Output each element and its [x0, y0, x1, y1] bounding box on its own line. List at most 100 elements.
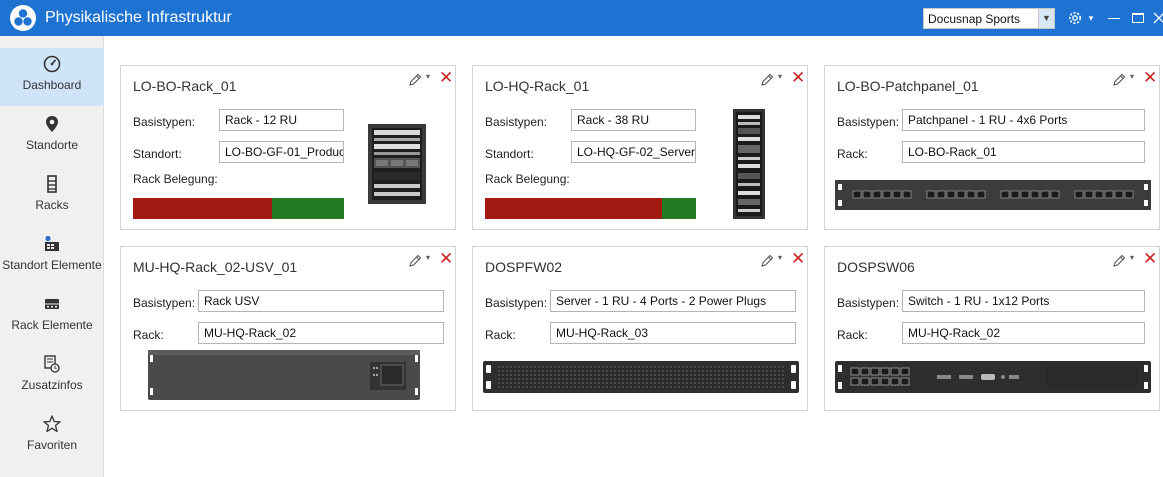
additional-info-icon [42, 354, 62, 374]
basistypen-field[interactable]: Rack - 38 RU [571, 109, 696, 131]
basistypen-label: Basistypen: [837, 296, 900, 310]
basistypen-field[interactable]: Switch - 1 RU - 1x12 Ports [902, 290, 1145, 312]
card-dospfw02[interactable]: DOSPFW02 ▾ ✕ Basistypen: Server - 1 RU -… [472, 246, 808, 411]
occupied-segment [133, 198, 272, 219]
basistypen-field[interactable]: Rack USV [198, 290, 444, 312]
sidebar-item-label: Standorte [25, 138, 79, 152]
basistypen-field[interactable]: Patchpanel - 1 RU - 4x6 Ports [902, 109, 1145, 131]
card-menu-caret-icon[interactable]: ▾ [426, 72, 430, 81]
sidebar-item-label: Zusatzinfos [21, 378, 83, 392]
rack-belegung-label: Rack Belegung: [133, 172, 218, 186]
rack-image [733, 109, 765, 219]
settings-menu-caret-icon[interactable]: ▾ [1086, 8, 1096, 28]
rack-icon [42, 174, 62, 194]
card-title: DOSPSW06 [837, 259, 915, 275]
ups-image [148, 350, 420, 400]
sidebar-item-label: Racks [35, 198, 69, 212]
close-icon[interactable]: ✕ [439, 249, 453, 269]
sidebar-item-zusatzinfos[interactable]: Zusatzinfos [0, 348, 104, 406]
rack-occupancy-bar [485, 198, 696, 219]
free-segment [662, 198, 696, 219]
close-window-icon[interactable] [1152, 8, 1163, 28]
sidebar-item-dashboard[interactable]: Dashboard [0, 48, 104, 106]
gauge-icon [42, 54, 62, 74]
pencil-icon[interactable] [1111, 253, 1127, 269]
patchpanel-image [835, 180, 1151, 210]
star-icon [42, 414, 62, 434]
app-logo-icon [10, 5, 36, 31]
card-menu-caret-icon[interactable]: ▾ [1130, 253, 1134, 262]
card-menu-caret-icon[interactable]: ▾ [1130, 72, 1134, 81]
rack-occupancy-bar [133, 198, 344, 219]
standort-label: Standort: [133, 147, 182, 161]
pencil-icon[interactable] [1111, 72, 1127, 88]
sidebar-item-label: Standort Elemente [2, 258, 102, 272]
close-icon[interactable]: ✕ [791, 68, 805, 88]
rack-label: Rack: [485, 328, 516, 342]
card-menu-caret-icon[interactable]: ▾ [426, 253, 430, 262]
basistypen-label: Basistypen: [485, 296, 548, 310]
card-menu-caret-icon[interactable]: ▾ [778, 72, 782, 81]
site-elements-icon [42, 234, 62, 254]
settings-gear-icon[interactable] [1064, 8, 1086, 28]
minimize-icon[interactable] [1104, 8, 1124, 28]
rack-label: Rack: [837, 328, 868, 342]
standort-field[interactable]: LO-HQ-GF-02_ServerRä [571, 141, 696, 163]
rack-field[interactable]: LO-BO-Rack_01 [902, 141, 1145, 163]
standort-label: Standort: [485, 147, 534, 161]
card-lo-bo-patchpanel-01[interactable]: LO-BO-Patchpanel_01 ▾ ✕ Basistypen: Patc… [824, 65, 1160, 230]
sidebar-item-label: Dashboard [22, 78, 82, 92]
rack-element-icon [42, 294, 62, 314]
sidebar-item-label: Favoriten [26, 438, 78, 452]
basistypen-label: Basistypen: [133, 115, 196, 129]
card-dospsw06[interactable]: DOSPSW06 ▾ ✕ Basistypen: Switch - 1 RU -… [824, 246, 1160, 411]
pencil-icon[interactable] [759, 253, 775, 269]
card-lo-bo-rack-01[interactable]: LO-BO-Rack_01 ▾ ✕ Basistypen: Rack - 12 … [120, 65, 456, 230]
rack-field[interactable]: MU-HQ-Rack_02 [902, 322, 1145, 344]
sidebar-item-racks[interactable]: Racks [0, 168, 104, 226]
rack-field[interactable]: MU-HQ-Rack_03 [550, 322, 796, 344]
rack-label: Rack: [133, 328, 164, 342]
chevron-down-icon[interactable]: ▼ [1038, 9, 1054, 28]
sidebar: Dashboard Standorte Racks Standort Eleme… [0, 36, 104, 477]
workspace-dropdown[interactable]: Docusnap Sports ▼ [923, 8, 1055, 29]
pencil-icon[interactable] [407, 253, 423, 269]
sidebar-item-favoriten[interactable]: Favoriten [0, 408, 104, 466]
rack-field[interactable]: MU-HQ-Rack_02 [198, 322, 444, 344]
basistypen-field[interactable]: Rack - 12 RU [219, 109, 344, 131]
pencil-icon[interactable] [407, 72, 423, 88]
maximize-icon[interactable] [1128, 8, 1148, 28]
sidebar-item-rack-elemente[interactable]: Rack Elemente [0, 288, 104, 346]
location-pin-icon [42, 114, 62, 134]
close-icon[interactable]: ✕ [1143, 68, 1157, 88]
basistypen-field[interactable]: Server - 1 RU - 4 Ports - 2 Power Plugs [550, 290, 796, 312]
basistypen-label: Basistypen: [133, 296, 196, 310]
sidebar-item-standorte[interactable]: Standorte [0, 108, 104, 166]
basistypen-label: Basistypen: [485, 115, 548, 129]
basistypen-label: Basistypen: [837, 115, 900, 129]
occupied-segment [485, 198, 662, 219]
switch-image [835, 361, 1151, 393]
close-icon[interactable]: ✕ [791, 249, 805, 269]
close-icon[interactable]: ✕ [439, 68, 453, 88]
card-title: DOSPFW02 [485, 259, 563, 275]
card-title: LO-HQ-Rack_01 [485, 78, 590, 94]
card-title: MU-HQ-Rack_02-USV_01 [133, 259, 298, 275]
window-title: Physikalische Infrastruktur [45, 9, 232, 26]
card-mu-hq-rack-02-usv-01[interactable]: MU-HQ-Rack_02-USV_01 ▾ ✕ Basistypen: Rac… [120, 246, 456, 411]
title-bar: Physikalische Infrastruktur Docusnap Spo… [0, 0, 1163, 36]
rack-belegung-label: Rack Belegung: [485, 172, 570, 186]
firewall-server-image [483, 361, 799, 393]
card-menu-caret-icon[interactable]: ▾ [778, 253, 782, 262]
workspace-selected-value: Docusnap Sports [928, 12, 1021, 26]
card-title: LO-BO-Patchpanel_01 [837, 78, 979, 94]
sidebar-item-label: Rack Elemente [11, 318, 93, 332]
standort-field[interactable]: LO-BO-GF-01_Producti [219, 141, 344, 163]
pencil-icon[interactable] [759, 72, 775, 88]
card-lo-hq-rack-01[interactable]: LO-HQ-Rack_01 ▾ ✕ Basistypen: Rack - 38 … [472, 65, 808, 230]
free-segment [272, 198, 344, 219]
card-title: LO-BO-Rack_01 [133, 78, 237, 94]
sidebar-item-standort-elemente[interactable]: Standort Elemente [0, 228, 104, 286]
close-icon[interactable]: ✕ [1143, 249, 1157, 269]
rack-label: Rack: [837, 147, 868, 161]
